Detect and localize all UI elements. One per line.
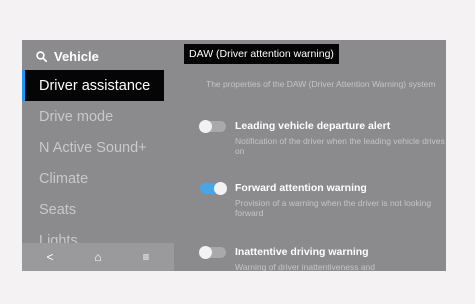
sidebar: Vehicle Driver assistance Drive mode N A… [22,40,174,271]
setting-description: Provision of a warning when the driver i… [235,198,432,218]
bottom-navigation-bar: < ⌂ ≡ [22,243,174,271]
sidebar-item-drive-mode[interactable]: Drive mode [22,101,174,132]
back-button[interactable]: < [35,250,65,264]
daw-tooltip: DAW (Driver attention warning) [184,44,339,64]
setting-title: Leading vehicle departure alert [235,120,391,132]
settings-content: DAW (Driver attention warning) The prope… [184,40,446,271]
sidebar-item-label: Climate [39,170,89,187]
setting-description: Notification of the driver when the lead… [235,136,445,156]
sidebar-item-label: N Active Sound+ [39,139,147,156]
sidebar-item-label: Driver assistance [39,77,151,94]
menu-button[interactable]: ≡ [131,250,161,264]
setting-title: Forward attention warning [235,182,367,194]
vehicle-settings-screen: Vehicle Driver assistance Drive mode N A… [22,40,446,271]
sidebar-item-driver-assistance[interactable]: Driver assistance [22,70,164,101]
setting-title: Inattentive driving warning [235,246,369,258]
sidebar-item-n-active-sound[interactable]: N Active Sound+ [22,132,174,163]
sidebar-item-climate[interactable]: Climate [22,163,174,194]
setting-description: Warning of driver inattentiveness and [235,262,376,271]
search-button[interactable]: Vehicle [36,46,99,66]
sidebar-item-seats[interactable]: Seats [22,194,174,225]
daw-description: The properties of the DAW (Driver Attent… [206,79,436,89]
leading-vehicle-departure-alert-toggle[interactable] [199,120,226,133]
home-button[interactable]: ⌂ [83,250,113,264]
sidebar-item-label: Seats [39,201,77,218]
forward-attention-warning-toggle[interactable] [200,182,227,195]
sidebar-item-label: Drive mode [39,108,114,125]
search-icon [36,50,47,62]
search-label: Vehicle [54,48,99,64]
inattentive-driving-warning-toggle[interactable] [199,246,226,259]
